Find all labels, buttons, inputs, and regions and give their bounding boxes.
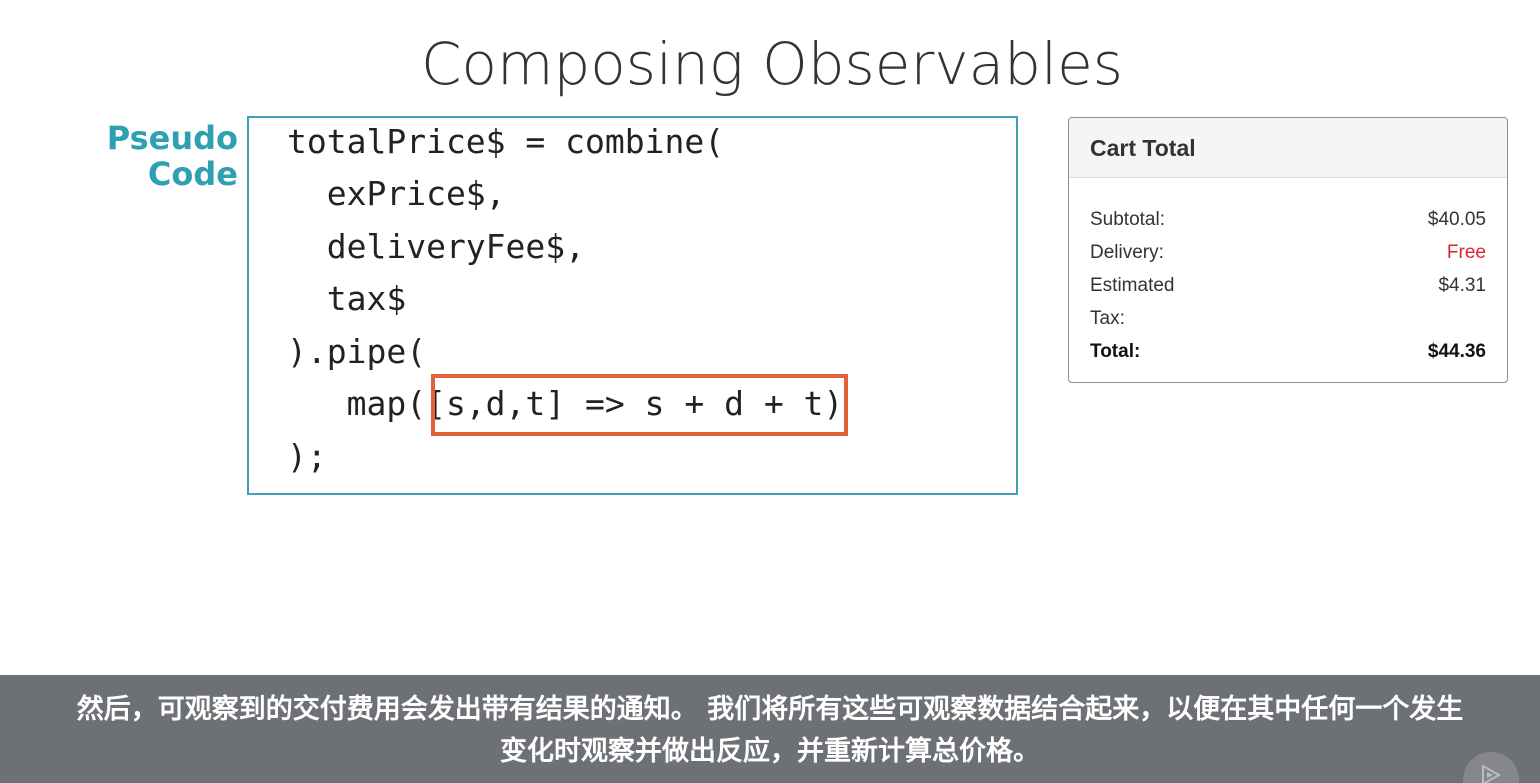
highlight-box [431,374,848,436]
code-block: totalPrice$ = combine( exPrice$, deliver… [247,116,1018,495]
cart-row-subtotal: Subtotal: $40.05 [1090,203,1486,236]
cart-row-value: $44.36 [1427,341,1486,362]
code-line-2: exPrice$, [287,174,506,213]
code-line-1: totalPrice$ = combine( [287,122,725,161]
code-line-4: tax$ [287,279,407,318]
cart-row-delivery: Delivery: Free [1090,236,1486,269]
cart-row-estimated-tax: Estimated Tax: $4.31 [1090,269,1486,335]
cart-body: Subtotal: $40.05 Delivery: Free Estimate… [1069,178,1507,368]
cart-row-total: Total: $44.36 [1090,335,1486,368]
subtitle-bar: 然后，可观察到的交付费用会发出带有结果的通知。 我们将所有这些可观察数据结合起来… [0,675,1540,783]
cart-row-label: Total: [1090,341,1141,362]
play-triangle-icon [1482,764,1502,783]
code-line-7: ); [287,437,327,476]
subtitle-text: 然后，可观察到的交付费用会发出带有结果的通知。 我们将所有这些可观察数据结合起来… [0,689,1540,773]
code-line-5: ).pipe( [287,332,427,371]
subtitle-line-1: 然后，可观察到的交付费用会发出带有结果的通知。 我们将所有这些可观察数据结合起来… [76,694,1464,725]
pseudo-label-line1: Pseudo [106,119,238,157]
pseudo-code-label: Pseudo Code [96,120,238,192]
cart-row-value: $4.31 [1438,275,1486,296]
cart-row-label: Delivery: [1090,242,1164,263]
cart-total-card: Cart Total Subtotal: $40.05 Delivery: Fr… [1068,117,1508,383]
cart-row-value: Free [1446,242,1486,263]
cart-row-value: $40.05 [1427,209,1486,230]
cart-title: Cart Total [1069,118,1507,178]
slide-title: Composing Observables [420,30,1124,98]
pseudo-label-line2: Code [147,155,238,193]
subtitle-line-2: 变化时观察并做出反应，并重新计算总价格。 [500,736,1040,767]
cart-row-label: Subtotal: [1090,209,1165,230]
cart-row-label: Estimated Tax: [1090,275,1175,329]
code-line-3: deliveryFee$, [287,227,586,266]
